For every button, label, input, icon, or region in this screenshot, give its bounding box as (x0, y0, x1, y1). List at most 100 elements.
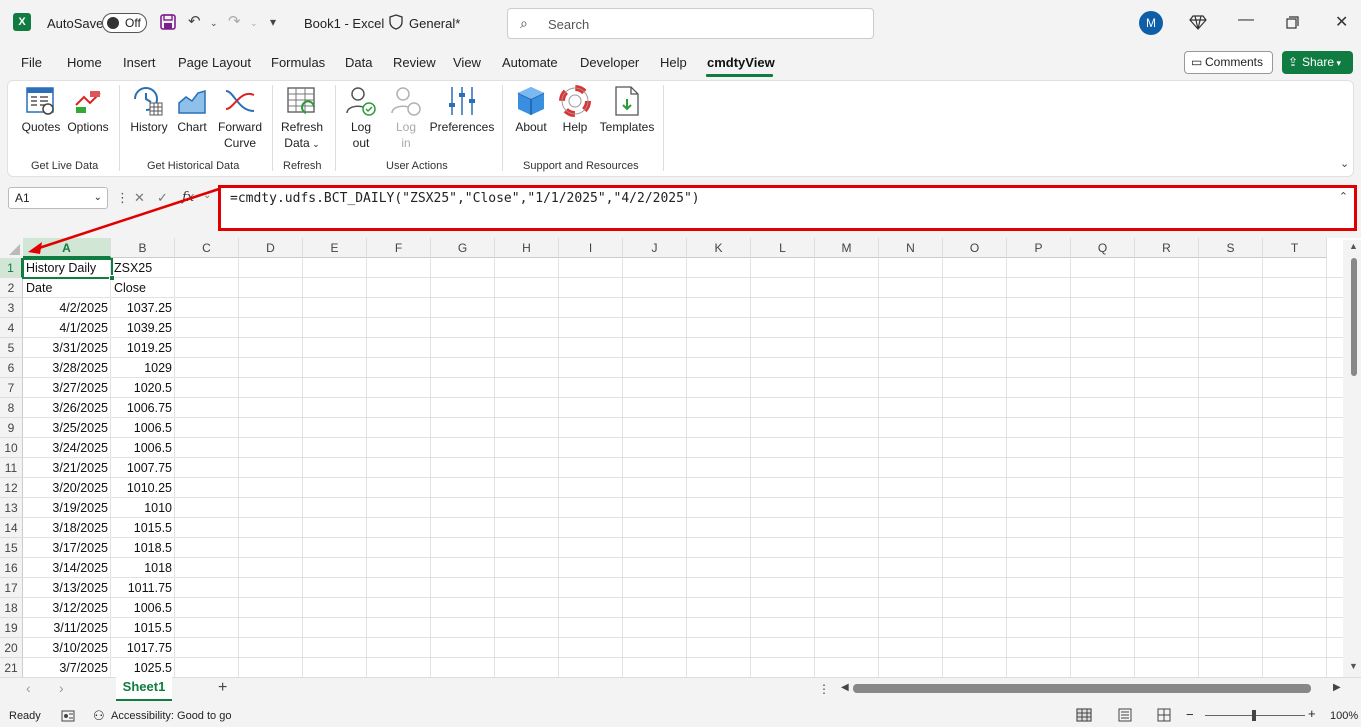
cell[interactable]: 1037.25 (111, 298, 175, 318)
column-header[interactable]: J (623, 238, 687, 258)
column-header[interactable]: A (23, 238, 111, 258)
cell[interactable]: 1017.75 (111, 638, 175, 658)
column-header[interactable]: T (1263, 238, 1327, 258)
comments-button[interactable]: ▭ Comments (1184, 51, 1273, 74)
column-header[interactable]: E (303, 238, 367, 258)
zoom-slider-knob[interactable] (1252, 710, 1256, 721)
cell[interactable]: 4/2/2025 (23, 298, 111, 318)
enter-check-icon[interactable]: ✓ (157, 190, 168, 206)
undo-icon[interactable]: ↶ (188, 14, 201, 30)
horizontal-scroll-thumb[interactable] (853, 684, 1311, 693)
tab-help[interactable]: Help (660, 55, 687, 70)
chevron-up-icon[interactable]: ⌃ (1339, 190, 1348, 203)
undo-dropdown-icon[interactable]: ⌄ (210, 15, 218, 31)
tab-view[interactable]: View (453, 55, 481, 70)
cell[interactable]: 3/21/2025 (23, 458, 111, 478)
sheet-next-icon[interactable]: › (59, 680, 64, 696)
cell[interactable]: 4/1/2025 (23, 318, 111, 338)
cell[interactable]: 3/13/2025 (23, 578, 111, 598)
sensitivity-label[interactable]: General* (409, 16, 460, 31)
accessibility-icon[interactable]: ⚇ (93, 708, 105, 724)
column-header[interactable]: O (943, 238, 1007, 258)
cell[interactable]: 3/14/2025 (23, 558, 111, 578)
zoom-level[interactable]: 100% (1330, 710, 1358, 722)
column-header[interactable]: B (111, 238, 175, 258)
sheet-prev-icon[interactable]: ‹ (26, 680, 31, 696)
cell[interactable]: 3/20/2025 (23, 478, 111, 498)
cell[interactable]: 1011.75 (111, 578, 175, 598)
close-icon[interactable]: ✕ (1335, 12, 1348, 32)
column-header[interactable]: R (1135, 238, 1199, 258)
tab-cmdtyview[interactable]: cmdtyView (707, 55, 775, 70)
cell[interactable]: 3/31/2025 (23, 338, 111, 358)
cell[interactable]: 1006.75 (111, 398, 175, 418)
fx-dropdown-icon[interactable]: ⌄ (203, 190, 211, 201)
sheet-tab[interactable]: Sheet1 (116, 677, 172, 701)
cell[interactable]: 1006.5 (111, 418, 175, 438)
cell[interactable]: 1020.5 (111, 378, 175, 398)
autosave-toggle[interactable]: Off (102, 13, 147, 33)
scroll-right-icon[interactable]: ▶ (1333, 682, 1341, 693)
row-header[interactable]: 19 (0, 618, 23, 638)
cell[interactable]: 3/18/2025 (23, 518, 111, 538)
column-header[interactable]: C (175, 238, 239, 258)
cancel-icon[interactable]: ✕ (134, 190, 145, 206)
row-header[interactable]: 8 (0, 398, 23, 418)
row-header[interactable]: 17 (0, 578, 23, 598)
cell[interactable]: 1039.25 (111, 318, 175, 338)
cell[interactable]: 1019.25 (111, 338, 175, 358)
ribbon-collapse-icon[interactable]: ⌄ (1340, 157, 1349, 170)
cell[interactable]: 1029 (111, 358, 175, 378)
row-header[interactable]: 15 (0, 538, 23, 558)
column-header[interactable]: D (239, 238, 303, 258)
zoom-out-icon[interactable]: − (1186, 707, 1194, 722)
row-header[interactable]: 3 (0, 298, 23, 318)
cell[interactable]: 1025.5 (111, 658, 175, 678)
redo-dropdown-icon[interactable]: ⌄ (250, 15, 258, 31)
tab-page-layout[interactable]: Page Layout (178, 55, 251, 70)
row-header[interactable]: 7 (0, 378, 23, 398)
cell[interactable]: ZSX25 (111, 258, 175, 278)
row-header[interactable]: 6 (0, 358, 23, 378)
refresh-data-button[interactable]: Refresh Data ⌄ (278, 119, 326, 152)
forward-curve-button[interactable]: Forward Curve (216, 119, 264, 151)
row-header[interactable]: 14 (0, 518, 23, 538)
tab-home[interactable]: Home (67, 55, 102, 70)
scroll-left-icon[interactable]: ◀ (841, 682, 849, 693)
column-header[interactable]: N (879, 238, 943, 258)
cell[interactable]: 3/24/2025 (23, 438, 111, 458)
scroll-up-icon[interactable]: ▲ (1349, 241, 1358, 251)
cell[interactable]: 3/17/2025 (23, 538, 111, 558)
zoom-in-icon[interactable]: + (1308, 706, 1316, 721)
avatar[interactable]: M (1139, 11, 1163, 35)
row-header[interactable]: 9 (0, 418, 23, 438)
tab-data[interactable]: Data (345, 55, 372, 70)
tab-formulas[interactable]: Formulas (271, 55, 325, 70)
search-box[interactable]: ⌕ Search (507, 8, 874, 39)
column-header[interactable]: M (815, 238, 879, 258)
options-button[interactable]: Options (65, 119, 111, 135)
column-header[interactable]: K (687, 238, 751, 258)
row-header[interactable]: 11 (0, 458, 23, 478)
row-header[interactable]: 10 (0, 438, 23, 458)
formula-bar[interactable]: =cmdty.udfs.BCT_DAILY("ZSX25","Close","1… (218, 185, 1357, 231)
tab-insert[interactable]: Insert (123, 55, 156, 70)
insert-function-icon[interactable]: fx (182, 190, 194, 205)
cell[interactable]: 3/12/2025 (23, 598, 111, 618)
cell[interactable]: 3/27/2025 (23, 378, 111, 398)
cell[interactable]: 3/11/2025 (23, 618, 111, 638)
column-header[interactable]: H (495, 238, 559, 258)
column-header[interactable]: I (559, 238, 623, 258)
templates-button[interactable]: Templates (596, 119, 658, 135)
chart-button[interactable]: Chart (173, 119, 211, 135)
normal-view-icon[interactable] (1076, 708, 1092, 722)
row-header[interactable]: 18 (0, 598, 23, 618)
customize-toolbar-icon[interactable]: ▾ (270, 14, 276, 30)
cell[interactable]: 1006.5 (111, 438, 175, 458)
cell[interactable]: 3/28/2025 (23, 358, 111, 378)
row-header[interactable]: 5 (0, 338, 23, 358)
column-header[interactable]: P (1007, 238, 1071, 258)
column-header[interactable]: G (431, 238, 495, 258)
row-header[interactable]: 16 (0, 558, 23, 578)
redo-icon[interactable]: ↷ (228, 14, 241, 30)
